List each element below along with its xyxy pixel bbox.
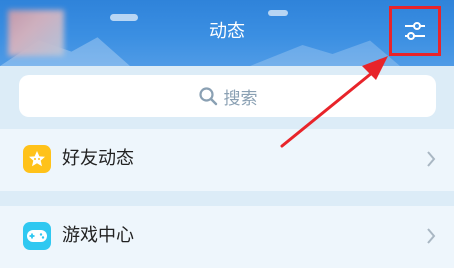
chevron-right-icon (427, 228, 436, 244)
list-item-friends-feed[interactable]: 好友动态 (0, 129, 454, 191)
list-item-game-center[interactable]: 游戏中心 (0, 206, 454, 268)
header-bar: 动态 (0, 0, 454, 66)
search-icon (198, 87, 217, 106)
gamepad-icon (23, 222, 51, 250)
list-item-label: 游戏中心 (62, 225, 134, 246)
search-placeholder: 搜索 (223, 88, 258, 109)
list-item-label: 好友动态 (62, 148, 134, 169)
sliders-icon (405, 22, 425, 40)
search-input[interactable]: 搜索 (19, 75, 436, 117)
page-title: 动态 (209, 21, 245, 42)
star-icon (23, 145, 51, 173)
cloud-decoration (268, 10, 288, 16)
chevron-right-icon (427, 151, 436, 167)
filter-settings-button[interactable] (389, 6, 441, 56)
